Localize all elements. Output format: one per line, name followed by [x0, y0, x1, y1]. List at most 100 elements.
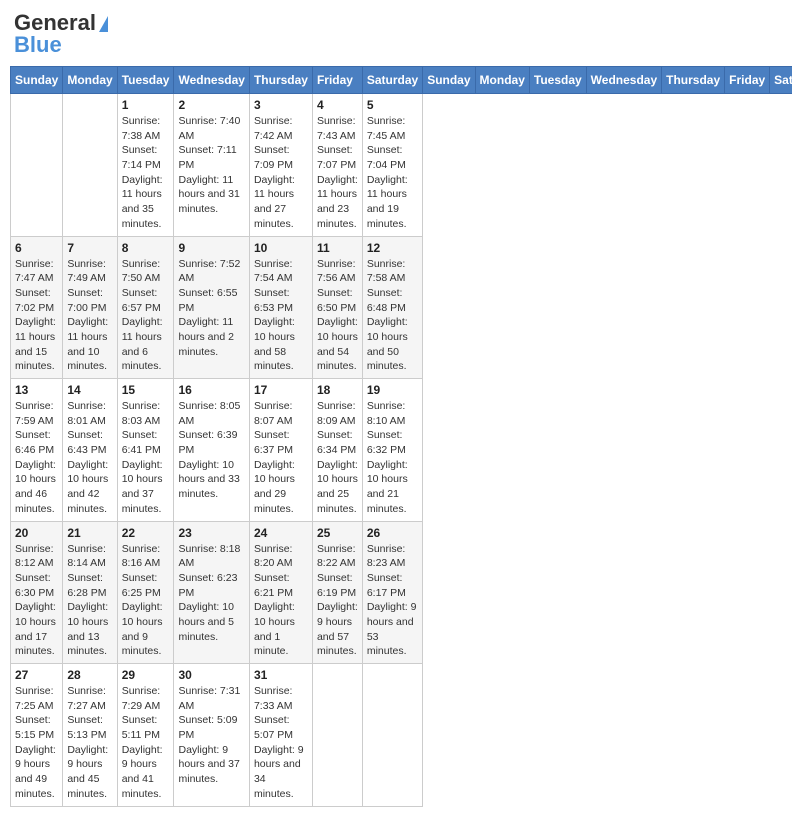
day-number: 1	[122, 98, 170, 112]
day-info: Sunrise: 7:43 AM Sunset: 7:07 PM Dayligh…	[317, 114, 358, 232]
day-of-week-header: Thursday	[249, 67, 312, 94]
day-number: 13	[15, 383, 58, 397]
day-info: Sunrise: 7:47 AM Sunset: 7:02 PM Dayligh…	[15, 257, 58, 375]
calendar-week-row: 20 Sunrise: 8:12 AM Sunset: 6:30 PM Dayli…	[11, 521, 792, 664]
calendar-cell: 5 Sunrise: 7:45 AM Sunset: 7:04 PM Daylig…	[362, 94, 422, 237]
calendar-cell: 26 Sunrise: 8:23 AM Sunset: 6:17 PM Dayli…	[362, 521, 422, 664]
calendar-cell: 2Sunrise: 7:40 AM Sunset: 7:11 PM Daylig…	[174, 94, 249, 237]
day-info: Sunrise: 8:09 AM Sunset: 6:34 PM Dayligh…	[317, 399, 358, 517]
day-info: Sunrise: 7:58 AM Sunset: 6:48 PM Dayligh…	[367, 257, 418, 375]
day-info: Sunrise: 7:49 AM Sunset: 7:00 PM Dayligh…	[67, 257, 112, 375]
calendar-cell: 7 Sunrise: 7:49 AM Sunset: 7:00 PM Daylig…	[63, 236, 117, 379]
calendar-cell: 20 Sunrise: 8:12 AM Sunset: 6:30 PM Dayli…	[11, 521, 63, 664]
day-info: Sunrise: 7:54 AM Sunset: 6:53 PM Dayligh…	[254, 257, 308, 375]
calendar-week-row: 13Sunrise: 7:59 AM Sunset: 6:46 PM Dayli…	[11, 379, 792, 522]
day-info: Sunrise: 7:25 AM Sunset: 5:15 PM Dayligh…	[15, 684, 58, 802]
day-of-week-header: Tuesday	[529, 67, 586, 94]
day-info: Sunrise: 8:22 AM Sunset: 6:19 PM Dayligh…	[317, 542, 358, 660]
calendar-cell: 10 Sunrise: 7:54 AM Sunset: 6:53 PM Dayli…	[249, 236, 312, 379]
calendar-cell: 4 Sunrise: 7:43 AM Sunset: 7:07 PM Daylig…	[312, 94, 362, 237]
calendar-cell: 29 Sunrise: 7:29 AM Sunset: 5:11 PM Dayli…	[117, 664, 174, 807]
day-info: Sunrise: 8:10 AM Sunset: 6:32 PM Dayligh…	[367, 399, 418, 517]
day-number: 12	[367, 241, 418, 255]
calendar-week-row: 1 Sunrise: 7:38 AM Sunset: 7:14 PM Daylig…	[11, 94, 792, 237]
day-info: Sunrise: 7:29 AM Sunset: 5:11 PM Dayligh…	[122, 684, 170, 802]
day-info: Sunrise: 8:05 AM Sunset: 6:39 PM Dayligh…	[178, 399, 244, 502]
calendar-cell: 22Sunrise: 8:16 AM Sunset: 6:25 PM Dayli…	[117, 521, 174, 664]
calendar-cell: 31Sunrise: 7:33 AM Sunset: 5:07 PM Dayli…	[249, 664, 312, 807]
day-number: 5	[367, 98, 418, 112]
calendar-cell	[63, 94, 117, 237]
calendar-cell: 15 Sunrise: 8:03 AM Sunset: 6:41 PM Dayli…	[117, 379, 174, 522]
day-info: Sunrise: 7:31 AM Sunset: 5:09 PM Dayligh…	[178, 684, 244, 787]
day-number: 15	[122, 383, 170, 397]
calendar-cell: 19 Sunrise: 8:10 AM Sunset: 6:32 PM Dayli…	[362, 379, 422, 522]
day-number: 10	[254, 241, 308, 255]
calendar-cell: 18 Sunrise: 8:09 AM Sunset: 6:34 PM Dayli…	[312, 379, 362, 522]
calendar-cell: 6 Sunrise: 7:47 AM Sunset: 7:02 PM Daylig…	[11, 236, 63, 379]
day-number: 17	[254, 383, 308, 397]
day-number: 28	[67, 668, 112, 682]
day-info: Sunrise: 8:03 AM Sunset: 6:41 PM Dayligh…	[122, 399, 170, 517]
calendar-cell: 12 Sunrise: 7:58 AM Sunset: 6:48 PM Dayli…	[362, 236, 422, 379]
calendar-cell: 25 Sunrise: 8:22 AM Sunset: 6:19 PM Dayli…	[312, 521, 362, 664]
calendar-cell: 21 Sunrise: 8:14 AM Sunset: 6:28 PM Dayli…	[63, 521, 117, 664]
day-number: 4	[317, 98, 358, 112]
day-of-week-header: Sunday	[423, 67, 475, 94]
day-number: 31	[254, 668, 308, 682]
day-info: Sunrise: 7:52 AM Sunset: 6:55 PM Dayligh…	[178, 257, 244, 360]
day-number: 2	[178, 98, 244, 112]
day-of-week-header: Sunday	[11, 67, 63, 94]
day-info: Sunrise: 8:07 AM Sunset: 6:37 PM Dayligh…	[254, 399, 308, 517]
day-number: 29	[122, 668, 170, 682]
calendar-cell: 23Sunrise: 8:18 AM Sunset: 6:23 PM Dayli…	[174, 521, 249, 664]
day-info: Sunrise: 7:50 AM Sunset: 6:57 PM Dayligh…	[122, 257, 170, 375]
calendar-cell: 3Sunrise: 7:42 AM Sunset: 7:09 PM Daylig…	[249, 94, 312, 237]
calendar-cell: 28 Sunrise: 7:27 AM Sunset: 5:13 PM Dayli…	[63, 664, 117, 807]
day-of-week-header: Wednesday	[586, 67, 661, 94]
calendar-cell: 24 Sunrise: 8:20 AM Sunset: 6:21 PM Dayli…	[249, 521, 312, 664]
day-info: Sunrise: 8:20 AM Sunset: 6:21 PM Dayligh…	[254, 542, 308, 660]
day-number: 6	[15, 241, 58, 255]
day-of-week-header: Monday	[63, 67, 117, 94]
calendar-cell: 9Sunrise: 7:52 AM Sunset: 6:55 PM Daylig…	[174, 236, 249, 379]
day-info: Sunrise: 8:12 AM Sunset: 6:30 PM Dayligh…	[15, 542, 58, 660]
day-info: Sunrise: 8:14 AM Sunset: 6:28 PM Dayligh…	[67, 542, 112, 660]
day-of-week-header: Wednesday	[174, 67, 249, 94]
logo-triangle-icon	[99, 16, 108, 32]
day-info: Sunrise: 7:38 AM Sunset: 7:14 PM Dayligh…	[122, 114, 170, 232]
calendar-cell: 30 Sunrise: 7:31 AM Sunset: 5:09 PM Dayli…	[174, 664, 249, 807]
day-number: 20	[15, 526, 58, 540]
day-info: Sunrise: 8:01 AM Sunset: 6:43 PM Dayligh…	[67, 399, 112, 517]
calendar-cell	[312, 664, 362, 807]
calendar-cell: 13Sunrise: 7:59 AM Sunset: 6:46 PM Dayli…	[11, 379, 63, 522]
day-number: 3	[254, 98, 308, 112]
day-info: Sunrise: 8:16 AM Sunset: 6:25 PM Dayligh…	[122, 542, 170, 660]
day-number: 27	[15, 668, 58, 682]
calendar-cell	[362, 664, 422, 807]
calendar-cell: 11Sunrise: 7:56 AM Sunset: 6:50 PM Dayli…	[312, 236, 362, 379]
day-of-week-header: Monday	[475, 67, 529, 94]
day-of-week-header: Friday	[312, 67, 362, 94]
day-number: 26	[367, 526, 418, 540]
day-number: 30	[178, 668, 244, 682]
day-number: 19	[367, 383, 418, 397]
calendar-cell: 14 Sunrise: 8:01 AM Sunset: 6:43 PM Dayli…	[63, 379, 117, 522]
day-number: 18	[317, 383, 358, 397]
calendar-cell: 17 Sunrise: 8:07 AM Sunset: 6:37 PM Dayli…	[249, 379, 312, 522]
day-number: 14	[67, 383, 112, 397]
day-number: 24	[254, 526, 308, 540]
day-info: Sunrise: 8:23 AM Sunset: 6:17 PM Dayligh…	[367, 542, 418, 660]
calendar-cell: 27 Sunrise: 7:25 AM Sunset: 5:15 PM Dayli…	[11, 664, 63, 807]
day-number: 25	[317, 526, 358, 540]
day-info: Sunrise: 7:27 AM Sunset: 5:13 PM Dayligh…	[67, 684, 112, 802]
logo: General Blue	[14, 10, 108, 58]
day-of-week-header: Friday	[725, 67, 770, 94]
day-info: Sunrise: 7:45 AM Sunset: 7:04 PM Dayligh…	[367, 114, 418, 232]
page-header: General Blue	[10, 10, 782, 58]
day-number: 7	[67, 241, 112, 255]
calendar-cell: 16Sunrise: 8:05 AM Sunset: 6:39 PM Dayli…	[174, 379, 249, 522]
calendar-week-row: 6 Sunrise: 7:47 AM Sunset: 7:02 PM Daylig…	[11, 236, 792, 379]
day-info: Sunrise: 7:56 AM Sunset: 6:50 PM Dayligh…	[317, 257, 358, 375]
day-number: 21	[67, 526, 112, 540]
